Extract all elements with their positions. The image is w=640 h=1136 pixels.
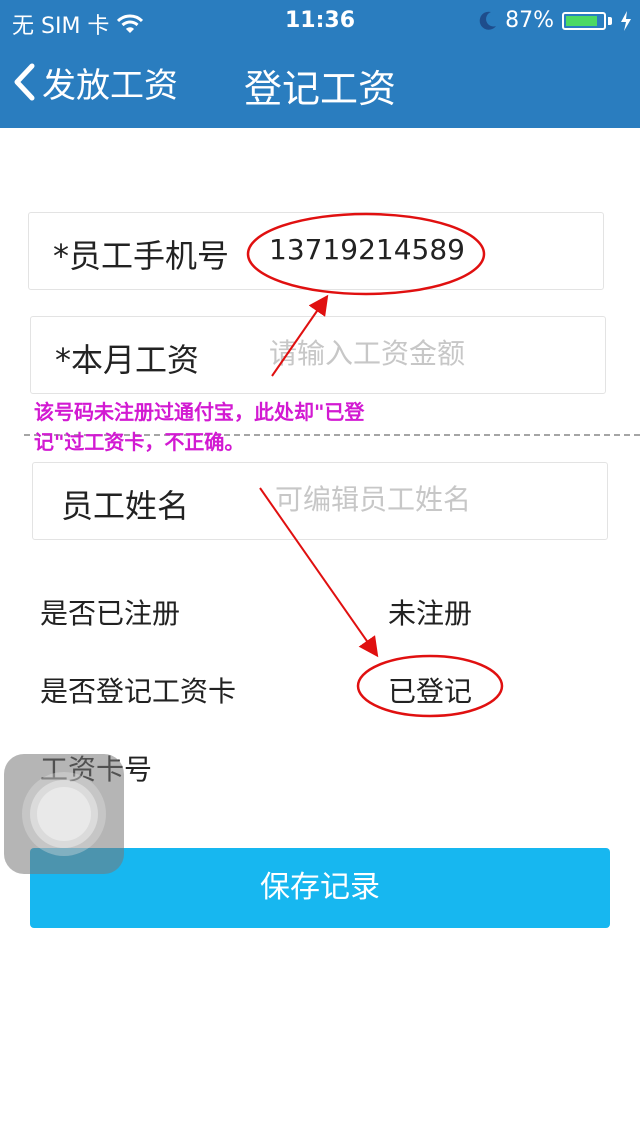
phone-value[interactable]: 13719214589 <box>269 233 599 266</box>
status-bar: 无 SIM 卡 11:36 87% <box>0 0 640 40</box>
app-header: 无 SIM 卡 11:36 87% 发放工资 登记工资 <box>0 0 640 128</box>
assistive-dot <box>37 787 91 841</box>
battery-percent: 87% <box>505 8 554 33</box>
registered-label: 是否已注册 <box>40 597 181 630</box>
battery-tip <box>608 16 612 25</box>
registered-value: 未注册 <box>388 597 473 630</box>
salary-card-label: 是否登记工资卡 <box>40 675 237 708</box>
phone-label: *员工手机号 <box>53 237 230 275</box>
name-label: 员工姓名 <box>61 487 190 525</box>
annotation-note: 该号码未注册过通付宝，此处却"已登 记"过工资卡，不正确。 <box>34 397 464 457</box>
assistive-touch-button[interactable] <box>4 754 124 874</box>
battery-fill <box>566 15 597 26</box>
page-title: 登记工资 <box>243 67 396 111</box>
charging-icon <box>621 10 631 31</box>
annotation-line-2: 记"过工资卡，不正确。 <box>34 430 245 454</box>
battery-icon <box>562 11 606 30</box>
salary-label: *本月工资 <box>55 341 200 379</box>
salary-input[interactable] <box>267 337 601 371</box>
salary-card-value: 已登记 <box>388 675 473 708</box>
salary-field[interactable]: *本月工资 <box>30 316 606 394</box>
annotation-line-1: 该号码未注册过通付宝，此处却"已登 <box>34 400 365 424</box>
annotation-overlay <box>246 212 504 718</box>
name-input[interactable] <box>273 483 607 517</box>
name-field[interactable]: 员工姓名 <box>32 462 608 540</box>
status-right: 87% <box>479 8 632 33</box>
phone-field[interactable]: *员工手机号 13719214589 <box>28 212 604 290</box>
moon-icon <box>479 11 497 30</box>
